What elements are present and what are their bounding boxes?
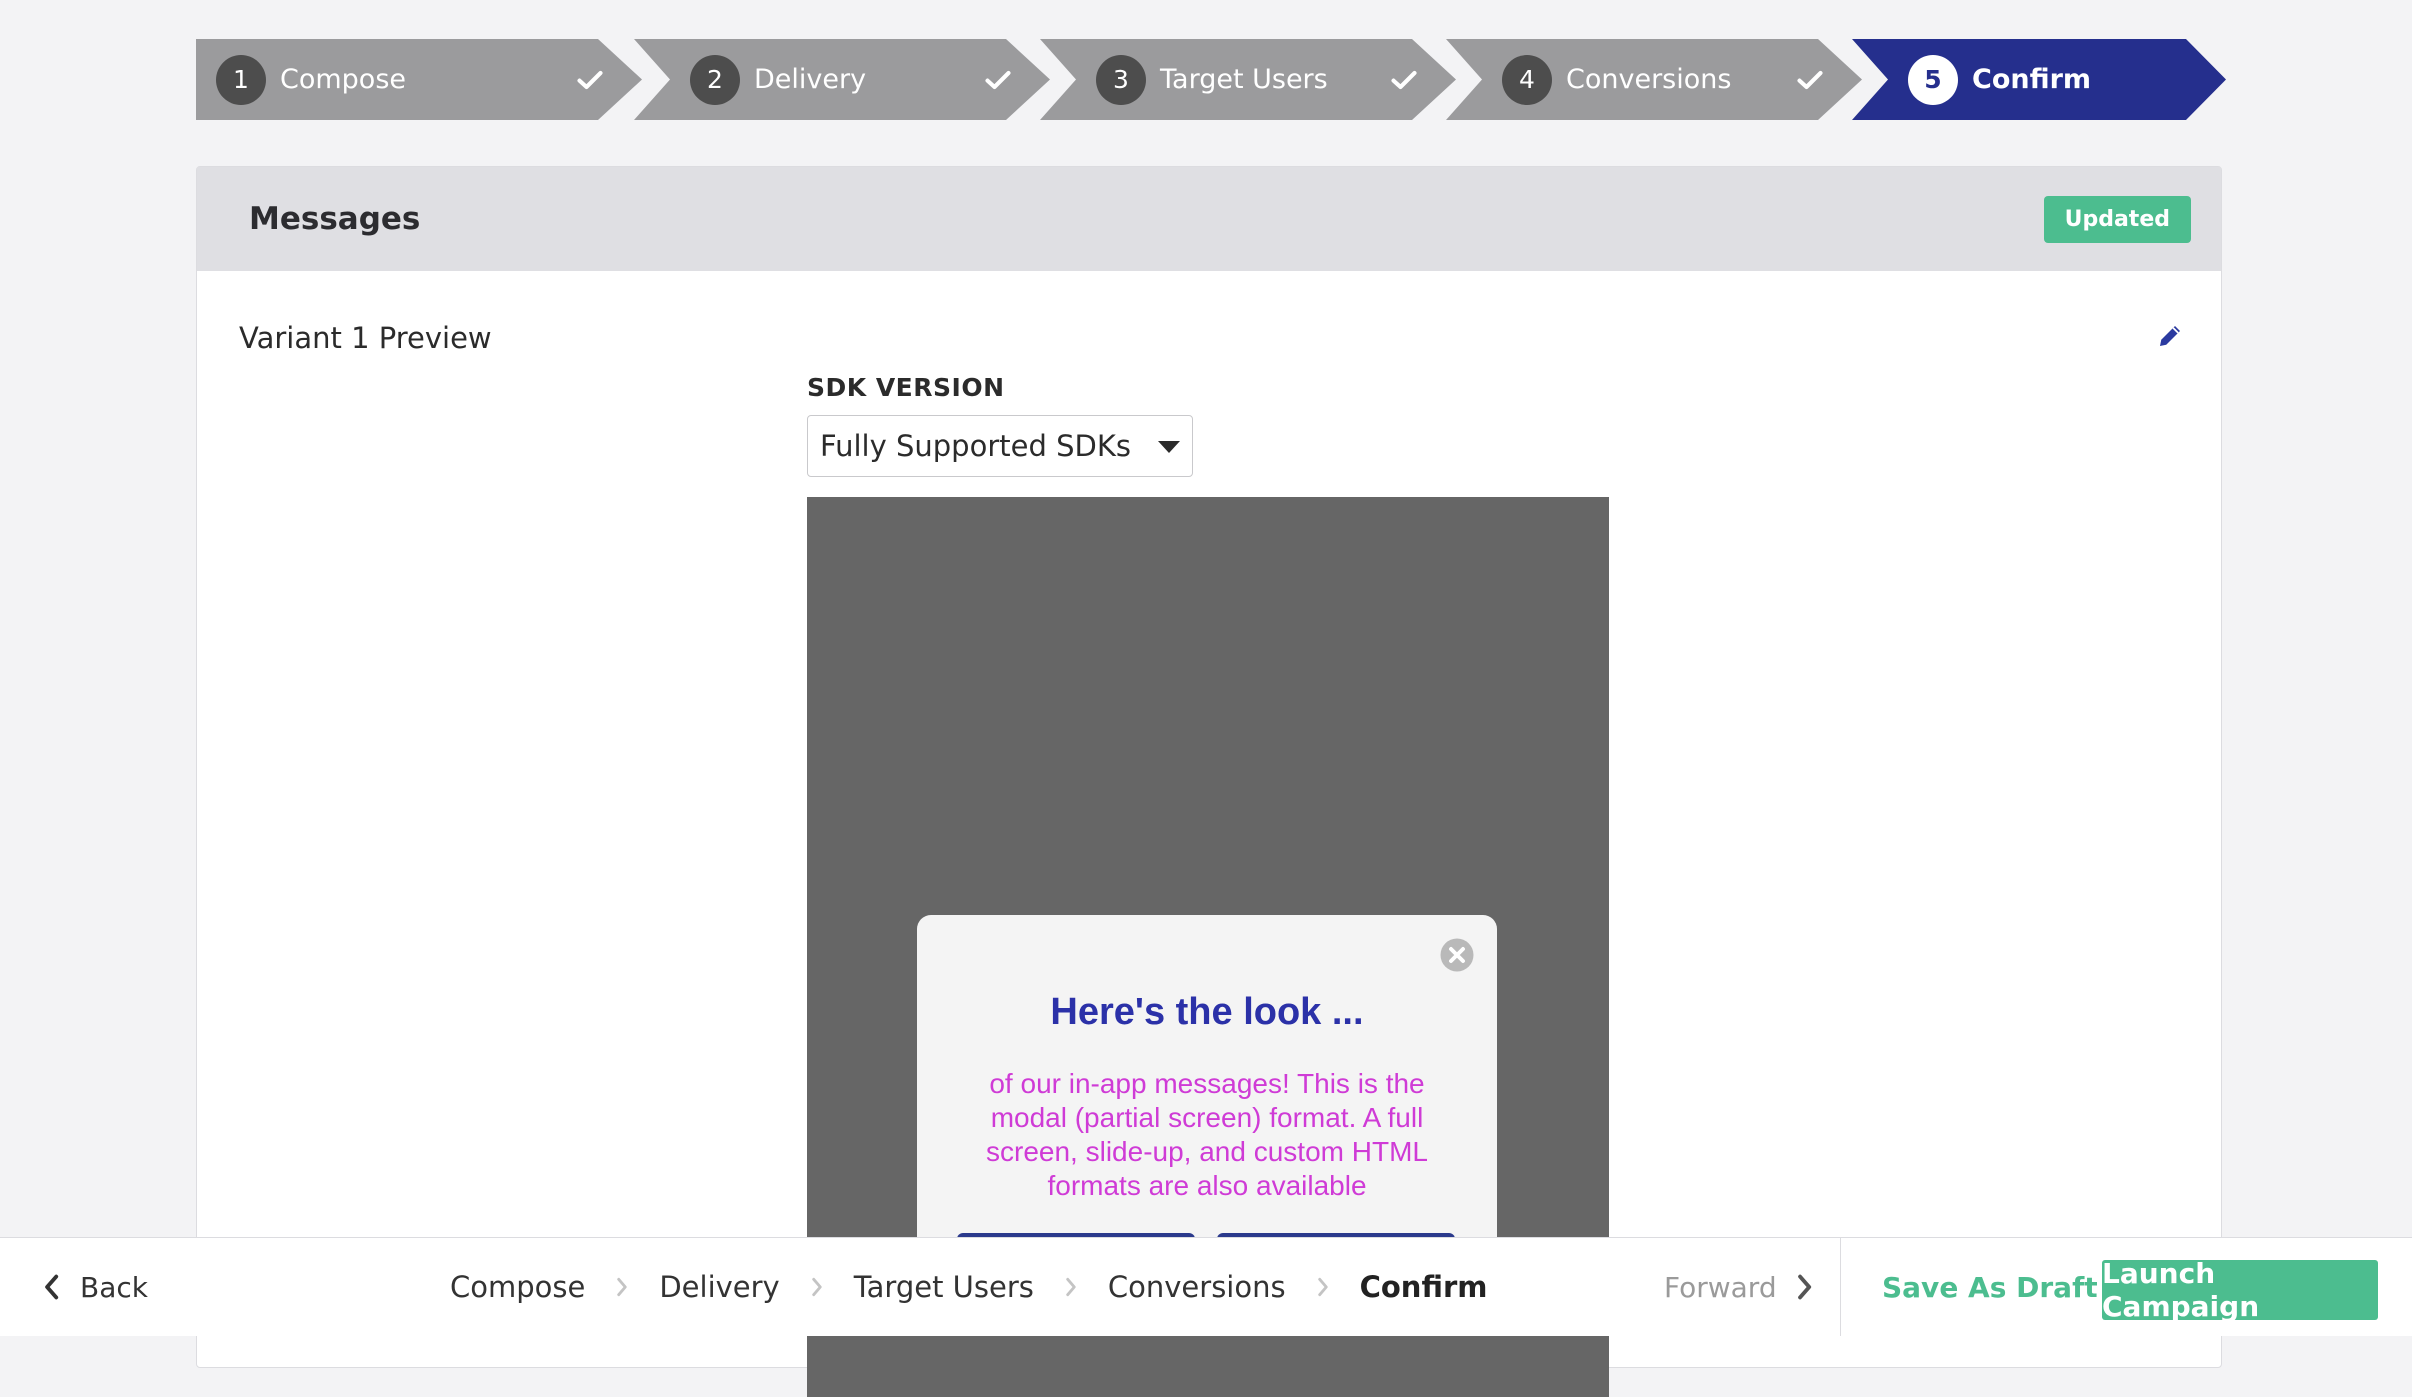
modal-heading: Here's the look ...: [1050, 991, 1364, 1033]
back-label: Back: [80, 1270, 148, 1304]
card-header: Messages Updated: [197, 167, 2221, 271]
step-number: 5: [1908, 54, 1958, 105]
card-title: Messages: [249, 201, 421, 237]
sdk-version-label: SDK VERSION: [807, 373, 1005, 402]
chevron-right-icon: [1797, 1274, 1811, 1300]
save-as-draft-button[interactable]: Save As Draft: [1882, 1238, 2098, 1336]
step-confirm[interactable]: 5 Confirm: [1852, 39, 2226, 120]
chevron-right-icon: [1317, 1277, 1328, 1297]
check-icon: [1391, 70, 1417, 89]
chevron-right-icon: [1066, 1277, 1076, 1297]
breadcrumb-delivery[interactable]: Delivery: [659, 1270, 779, 1304]
breadcrumb-target-users[interactable]: Target Users: [854, 1270, 1034, 1304]
step-label: Target Users: [1160, 64, 1328, 95]
step-conversions[interactable]: 4 Conversions: [1446, 39, 1862, 120]
step-label: Delivery: [754, 64, 867, 95]
step-label: Confirm: [1972, 64, 2092, 95]
breadcrumb-conversions[interactable]: Conversions: [1108, 1270, 1286, 1304]
step-label: Compose: [280, 64, 407, 95]
forward-button[interactable]: Forward: [1664, 1238, 1813, 1336]
check-icon: [1797, 70, 1823, 89]
footer-bar: Back Compose Delivery Target Users Conve…: [0, 1237, 2412, 1336]
step-number: 4: [1502, 54, 1552, 105]
step-number: 2: [690, 54, 740, 105]
step-target-users[interactable]: 3 Target Users: [1040, 39, 1456, 120]
check-icon: [985, 70, 1011, 89]
breadcrumb: Compose Delivery Target Users Conversion…: [450, 1238, 1487, 1336]
modal-body: of our in-app messages! This is the moda…: [986, 1068, 1428, 1201]
step-delivery[interactable]: 2 Delivery: [634, 39, 1050, 120]
status-badge: Updated: [2043, 195, 2191, 243]
launch-campaign-button[interactable]: Launch Campaign: [2102, 1257, 2378, 1323]
back-button[interactable]: Back: [42, 1238, 148, 1336]
pencil-icon[interactable]: [2155, 321, 2185, 351]
step-number: 1: [216, 54, 266, 105]
step-number: 3: [1096, 54, 1146, 105]
footer-divider: [1840, 1238, 1841, 1336]
chevron-left-icon: [45, 1274, 59, 1300]
sdk-version-value: Fully Supported SDKs: [820, 429, 1131, 463]
variant-title: Variant 1 Preview: [239, 321, 492, 355]
chevron-right-icon: [617, 1277, 628, 1297]
step-compose[interactable]: 1 Compose: [196, 39, 642, 120]
step-label: Conversions: [1566, 64, 1732, 95]
sdk-version-select[interactable]: Fully Supported SDKs: [807, 415, 1193, 477]
forward-label: Forward: [1664, 1270, 1777, 1304]
close-circle-icon[interactable]: [1439, 937, 1475, 973]
breadcrumb-compose[interactable]: Compose: [450, 1270, 585, 1304]
breadcrumb-confirm[interactable]: Confirm: [1360, 1270, 1488, 1304]
check-icon: [577, 70, 603, 89]
campaign-stepper: 1 Compose 2 Delivery 3 Target Users 4 Co…: [196, 39, 2226, 120]
chevron-right-icon: [812, 1277, 822, 1297]
messages-card: Messages Updated Variant 1 Preview SDK V…: [196, 166, 2222, 1397]
caret-down-icon: [1158, 441, 1180, 453]
